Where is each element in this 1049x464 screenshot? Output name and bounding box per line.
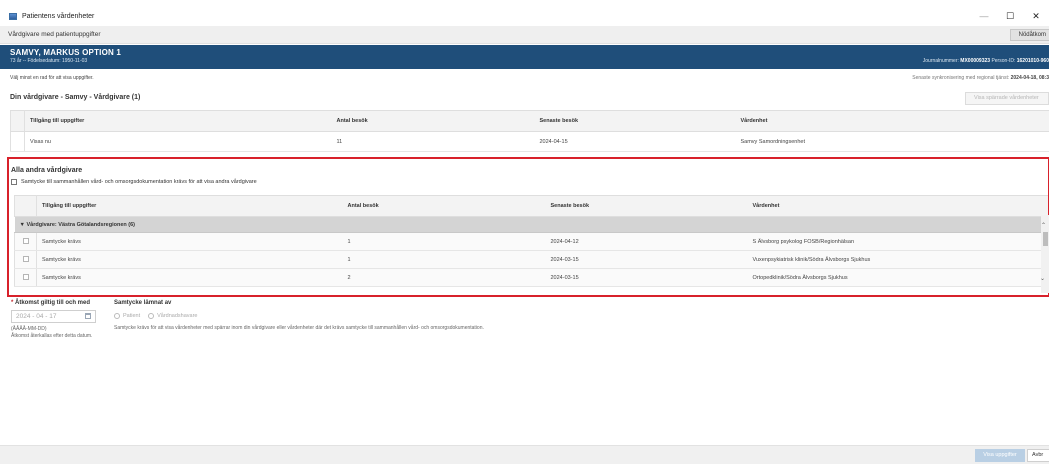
header-select-cell [10,110,25,132]
scroll-up-icon[interactable]: ⌃ [1041,222,1046,229]
own-caregiver-table: Tillgång till uppgifter Antal besök Sena… [10,110,1049,152]
sync-status: Senaste synkronisering med regional tjän… [912,75,1049,81]
cell-last-visit: 2024-04-15 [534,131,736,152]
scroll-down-icon[interactable]: ⌄ [1040,275,1045,282]
cell-last-visit: 2024-03-15 [545,250,748,269]
access-date-input[interactable]: 2024 - 04 - 17 [11,310,96,323]
maximize-icon[interactable]: ☐ [997,11,1023,22]
col-header-access[interactable]: Tillgång till uppgifter [24,110,332,132]
access-date-value: 2024 - 04 - 17 [16,313,57,320]
col-header-last-visit[interactable]: Senaste besök [534,110,736,132]
own-caregiver-title: Din vårdgivare - Samvy - Vårdgivare (1) [10,94,141,101]
group-row-cell[interactable]: ▼ Vårdgivare: Västra Götalandsregionen (… [14,216,1048,233]
table-row[interactable]: Samtycke krävs 2 2024-03-15 Ortopedklini… [14,268,1048,287]
col-header-last-visit[interactable]: Senaste besök [545,195,748,217]
access-valid-label: * Åtkomst giltig till och med [11,300,90,306]
cell-unit: Ortopedklinik/Södra Älvsborgs Sjukhus [747,268,1048,287]
scroll-thumb[interactable] [1043,232,1048,246]
dialog-footer: Visa uppgifter Avbr [0,445,1049,464]
table-row[interactable]: Visas nu 11 2024-04-15 Samvy Samordnings… [10,131,1049,152]
other-caregivers-title: Alla andra vårdgivare [11,167,83,174]
minimize-icon[interactable]: — [971,11,997,21]
consent-help-text: Samtycke krävs för att visa vårdenheter … [114,325,484,331]
calendar-icon[interactable] [85,313,91,319]
patient-name: SAMVY, MARKUS OPTION 1 [10,48,122,57]
patient-banner: SAMVY, MARKUS OPTION 1 73 år -- Födelsed… [0,45,1049,69]
row-select-cell [14,250,37,269]
col-header-unit[interactable]: Vårdenhet [735,110,1049,132]
cell-unit: Vuxenpsykiatrisk klinik/Södra Älvsborgs … [747,250,1048,269]
window-titlebar: Patientens vårdenheter — ☐ ✕ [0,6,1049,26]
subheader-label: Vårdgivare med patientuppgifter [8,31,101,38]
radio-circle-icon[interactable] [114,313,120,319]
col-header-visits[interactable]: Antal besök [342,195,546,217]
consent-given-label: Samtycke lämnat av [114,300,172,306]
consent-checkbox[interactable] [11,179,17,185]
cell-visits: 11 [331,131,535,152]
table-header-row: Tillgång till uppgifter Antal besök Sena… [14,195,1048,217]
group-label: Vårdgivare: Västra Götalandsregionen (6) [26,221,135,228]
cell-unit: S Älvsborg psykolog FOSB/Regionhälsan [747,232,1048,251]
patient-details: 73 år -- Födelsedatum: 1950-11-03 [10,58,88,64]
subheader-bar: Vårdgivare med patientuppgifter Nödåtkom [0,26,1049,44]
show-data-button[interactable]: Visa uppgifter [975,449,1025,462]
cell-visits: 1 [342,232,546,251]
radio-patient[interactable]: Patient [114,313,140,319]
cell-visits: 2 [342,268,546,287]
sync-label: Senaste synkronisering med regional tjän… [912,75,1010,81]
cell-last-visit: 2024-03-15 [545,268,748,287]
radio-circle-icon[interactable] [148,313,155,319]
consent-given-options: Patient Vårdnadshavare [114,313,206,319]
cancel-button[interactable]: Avbr [1027,449,1049,462]
header-select-cell [14,195,37,217]
other-caregivers-table: Tillgång till uppgifter Antal besök Sena… [14,195,1048,287]
window-controls: — ☐ ✕ [971,6,1049,26]
app-window-icon [9,12,17,20]
row-checkbox[interactable] [22,237,29,244]
date-format-hint: (ÅÅÅÅ-MM-DD) [11,326,47,332]
radio-guardian[interactable]: Vårdnadshavare [148,313,198,319]
journal-number: MX00009323 [960,58,991,64]
person-id: 16201010-960 [1016,58,1049,64]
close-icon[interactable]: ✕ [1023,11,1049,22]
required-marker: * [11,300,14,306]
row-select-cell [10,131,25,152]
group-row[interactable]: ▼ Vårdgivare: Västra Götalandsregionen (… [14,216,1048,233]
patient-ids: Journalnummer: MX00009323 Person-ID: 162… [923,58,1049,64]
cell-access: Samtycke krävs [36,268,343,287]
consent-checkbox-label[interactable]: Samtycke till sammanhållen vård- och oms… [21,179,257,185]
cell-last-visit: 2024-04-12 [545,232,748,251]
show-blocked-units-button[interactable]: Visa spärrade vårdenheter [965,92,1049,105]
cell-visits: 1 [342,250,546,269]
col-header-visits[interactable]: Antal besök [331,110,535,132]
window-title: Patientens vårdenheter [22,12,95,20]
col-header-access[interactable]: Tillgång till uppgifter [36,195,343,217]
instruction-text: Välj minst en rad för att visa uppgifter… [10,75,94,81]
row-checkbox[interactable] [22,273,29,280]
cell-unit: Samvy Samordningsenhet [735,131,1049,152]
row-select-cell [14,232,37,251]
journal-label: Journalnummer: [922,58,959,64]
cell-access: Visas nu [24,131,332,152]
radio-guardian-label[interactable]: Vårdnadshavare [157,313,197,319]
access-revoke-note: Åtkomst återkallas efter detta datum. [11,333,93,339]
cell-access: Samtycke krävs [36,232,343,251]
consent-row: Samtycke till sammanhållen vård- och oms… [11,179,257,185]
cell-access: Samtycke krävs [36,250,343,269]
emergency-access-button[interactable]: Nödåtkom [1009,29,1049,41]
radio-patient-label[interactable]: Patient [123,313,140,319]
person-id-label: Person-ID: [991,58,1016,64]
row-select-cell [14,268,37,287]
access-valid-text: Åtkomst giltig till och med [15,300,91,306]
table-header-row: Tillgång till uppgifter Antal besök Sena… [10,110,1049,132]
table-row[interactable]: Samtycke krävs 1 2024-04-12 S Älvsborg p… [14,232,1048,251]
row-checkbox[interactable] [22,255,29,262]
sync-value: 2024-04-18, 08:3 [1010,75,1049,81]
table-row[interactable]: Samtycke krävs 1 2024-03-15 Vuxenpsykiat… [14,250,1048,269]
col-header-unit[interactable]: Vårdenhet [747,195,1048,217]
